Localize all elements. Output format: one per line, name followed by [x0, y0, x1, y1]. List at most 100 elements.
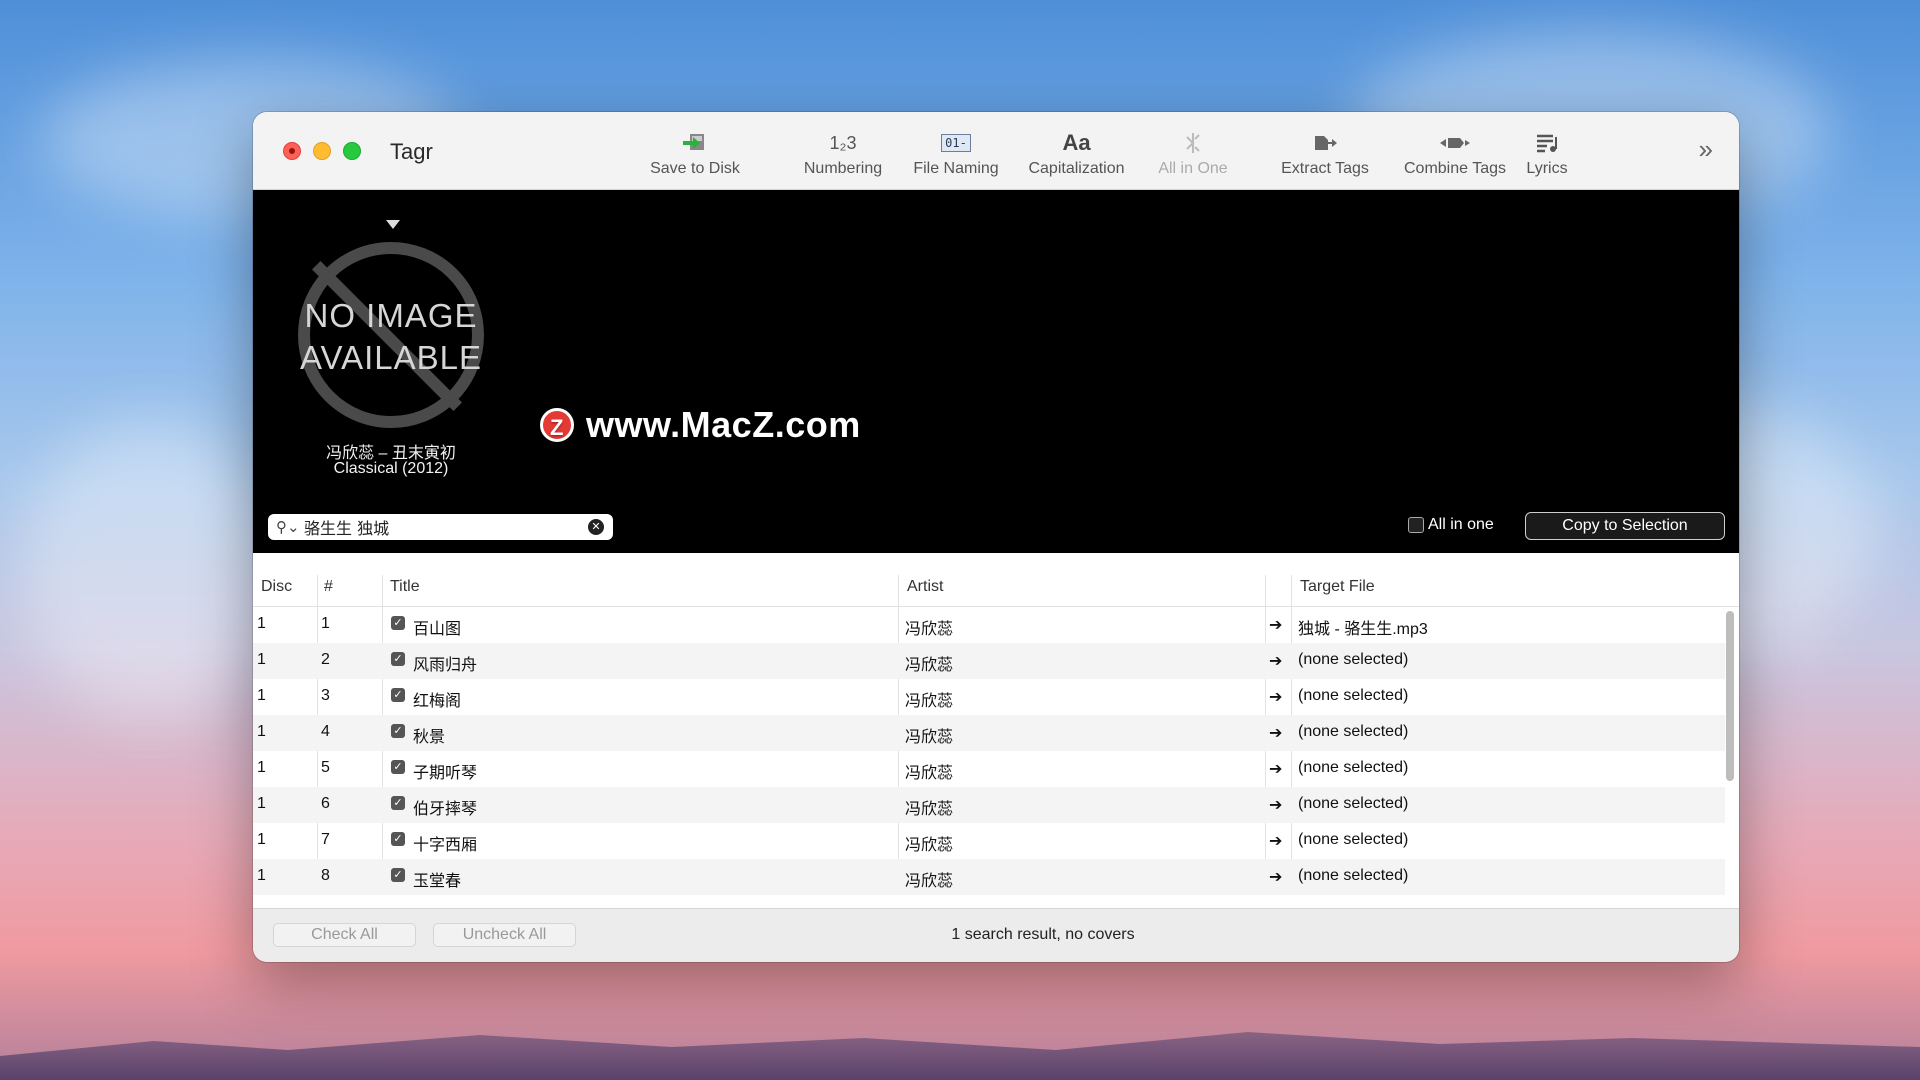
save-to-disk-label: Save to Disk	[650, 160, 740, 177]
close-window-button[interactable]	[283, 142, 301, 160]
cell-track-number: 8	[321, 867, 330, 884]
file-naming-icon: 01-	[941, 130, 971, 156]
cell-disc: 1	[257, 723, 266, 740]
clear-search-icon[interactable]: ✕	[588, 519, 604, 535]
search-icon[interactable]: ⚲⌄	[276, 518, 304, 536]
arrow-icon: ➔	[1269, 725, 1283, 742]
cell-disc: 1	[257, 687, 266, 704]
cell-target-file: (none selected)	[1298, 687, 1409, 704]
combine-tags-button[interactable]: Combine Tags	[1385, 130, 1525, 180]
lyrics-icon	[1535, 130, 1559, 156]
arrow-icon: ➔	[1269, 761, 1283, 778]
zoom-window-button[interactable]	[343, 142, 361, 160]
cell-track-number: 1	[321, 615, 330, 632]
column-header-disc[interactable]: Disc	[261, 578, 292, 596]
cell-target-file: 独城 - 骆生生.mp3	[1298, 621, 1428, 638]
cell-title: 红梅阁	[413, 693, 462, 710]
track-checkbox[interactable]: ✓	[391, 616, 405, 630]
all-in-one-label: All in One	[1158, 160, 1228, 177]
background-mountains	[0, 1032, 1920, 1080]
file-naming-glyph: 01-	[941, 134, 971, 152]
uncheck-all-button[interactable]: Uncheck All	[433, 923, 576, 947]
cell-artist: 冯欣蕊	[905, 729, 954, 746]
check-all-button[interactable]: Check All	[273, 923, 416, 947]
arrow-icon: ➔	[1269, 833, 1283, 850]
no-image-line-1: NO IMAGE	[304, 297, 478, 334]
cell-target-file: (none selected)	[1298, 795, 1409, 812]
column-header-artist[interactable]: Artist	[907, 578, 943, 596]
cell-track-number: 7	[321, 831, 330, 848]
track-checkbox[interactable]: ✓	[391, 652, 405, 666]
combine-tags-label: Combine Tags	[1404, 160, 1506, 177]
table-scrollbar[interactable]	[1726, 611, 1734, 781]
capitalization-icon: Aa	[1062, 130, 1090, 156]
all-in-one-checkbox[interactable]	[1408, 517, 1424, 533]
track-checkbox[interactable]: ✓	[391, 724, 405, 738]
capitalization-button[interactable]: Aa Capitalization	[1009, 130, 1144, 180]
cell-target-file: (none selected)	[1298, 759, 1409, 776]
watermark-text: www.MacZ.com	[586, 404, 861, 445]
cell-artist: 冯欣蕊	[905, 873, 954, 890]
watermark: Z www.MacZ.com	[540, 404, 861, 446]
table-row[interactable]: 1 4 ✓ 秋景 冯欣蕊 ➔ (none selected)	[253, 715, 1725, 751]
column-header-target-file[interactable]: Target File	[1300, 578, 1375, 596]
numbering-button[interactable]: 1₂3 Numbering	[783, 130, 903, 180]
column-header-number[interactable]: #	[324, 578, 333, 596]
cell-disc: 1	[257, 867, 266, 884]
arrow-icon: ➔	[1269, 653, 1283, 670]
capitalization-glyph: Aa	[1062, 130, 1091, 155]
table-row[interactable]: 1 3 ✓ 红梅阁 冯欣蕊 ➔ (none selected)	[253, 679, 1725, 715]
cell-target-file: (none selected)	[1298, 651, 1409, 668]
cell-title: 子期听琴	[413, 765, 478, 782]
save-to-disk-button[interactable]: Save to Disk	[635, 130, 755, 180]
table-row[interactable]: 1 6 ✓ 伯牙摔琴 冯欣蕊 ➔ (none selected)	[253, 787, 1725, 823]
search-field[interactable]: ⚲⌄ ✕	[268, 514, 613, 540]
all-in-one-button[interactable]: All in One	[1133, 130, 1253, 180]
cell-artist: 冯欣蕊	[905, 801, 954, 818]
file-naming-label: File Naming	[913, 160, 999, 177]
extract-tags-button[interactable]: Extract Tags	[1260, 130, 1390, 180]
extract-tags-icon	[1312, 130, 1338, 156]
search-input[interactable]	[304, 517, 584, 537]
lyrics-button[interactable]: Lyrics	[1507, 130, 1587, 180]
capitalization-label: Capitalization	[1028, 160, 1125, 177]
all-in-one-icon	[1183, 130, 1203, 156]
all-in-one-option-label: All in one	[1428, 516, 1494, 533]
column-header-title[interactable]: Title	[390, 578, 420, 596]
table-row[interactable]: 1 5 ✓ 子期听琴 冯欣蕊 ➔ (none selected)	[253, 751, 1725, 787]
table-header: Disc # Title Artist Target File	[253, 553, 1739, 607]
toolbar-overflow-button[interactable]: »	[1699, 134, 1713, 165]
cell-title: 十字西厢	[413, 837, 478, 854]
cell-artist: 冯欣蕊	[905, 621, 954, 638]
cell-artist: 冯欣蕊	[905, 693, 954, 710]
cell-disc: 1	[257, 759, 266, 776]
table-row[interactable]: 1 2 ✓ 风雨归舟 冯欣蕊 ➔ (none selected)	[253, 643, 1725, 679]
table-row[interactable]: 1 8 ✓ 玉堂春 冯欣蕊 ➔ (none selected)	[253, 859, 1725, 895]
cell-artist: 冯欣蕊	[905, 765, 954, 782]
app-title: Tagr	[390, 139, 433, 164]
numbering-label: Numbering	[803, 160, 883, 177]
status-text: 1 search result, no covers	[951, 926, 1135, 943]
track-checkbox[interactable]: ✓	[391, 832, 405, 846]
track-checkbox[interactable]: ✓	[391, 688, 405, 702]
cover-menu-triangle-icon[interactable]	[386, 220, 400, 229]
all-in-one-option[interactable]: All in one	[1408, 516, 1494, 534]
track-checkbox[interactable]: ✓	[391, 760, 405, 774]
table-row[interactable]: 1 7 ✓ 十字西厢 冯欣蕊 ➔ (none selected)	[253, 823, 1725, 859]
album-genre-year: Classical (2012)	[333, 460, 449, 477]
cell-title: 玉堂春	[413, 873, 462, 890]
file-naming-button[interactable]: 01- File Naming	[896, 130, 1016, 180]
cell-title: 伯牙摔琴	[413, 801, 478, 818]
table-row[interactable]: 1 1 ✓ 百山图 冯欣蕊 ➔ 独城 - 骆生生.mp3	[253, 607, 1725, 643]
minimize-window-button[interactable]	[313, 142, 331, 160]
cell-disc: 1	[257, 615, 266, 632]
track-checkbox[interactable]: ✓	[391, 868, 405, 882]
tracks-table: Disc # Title Artist Target File 1 1 ✓ 百山图 冯欣…	[253, 553, 1739, 908]
numbering-icon: 1₂3	[829, 130, 856, 156]
cell-disc: 1	[257, 651, 266, 668]
copy-to-selection-button[interactable]: Copy to Selection	[1525, 512, 1725, 540]
cell-title: 百山图	[413, 621, 462, 638]
track-checkbox[interactable]: ✓	[391, 796, 405, 810]
arrow-icon: ➔	[1269, 797, 1283, 814]
cell-disc: 1	[257, 831, 266, 848]
